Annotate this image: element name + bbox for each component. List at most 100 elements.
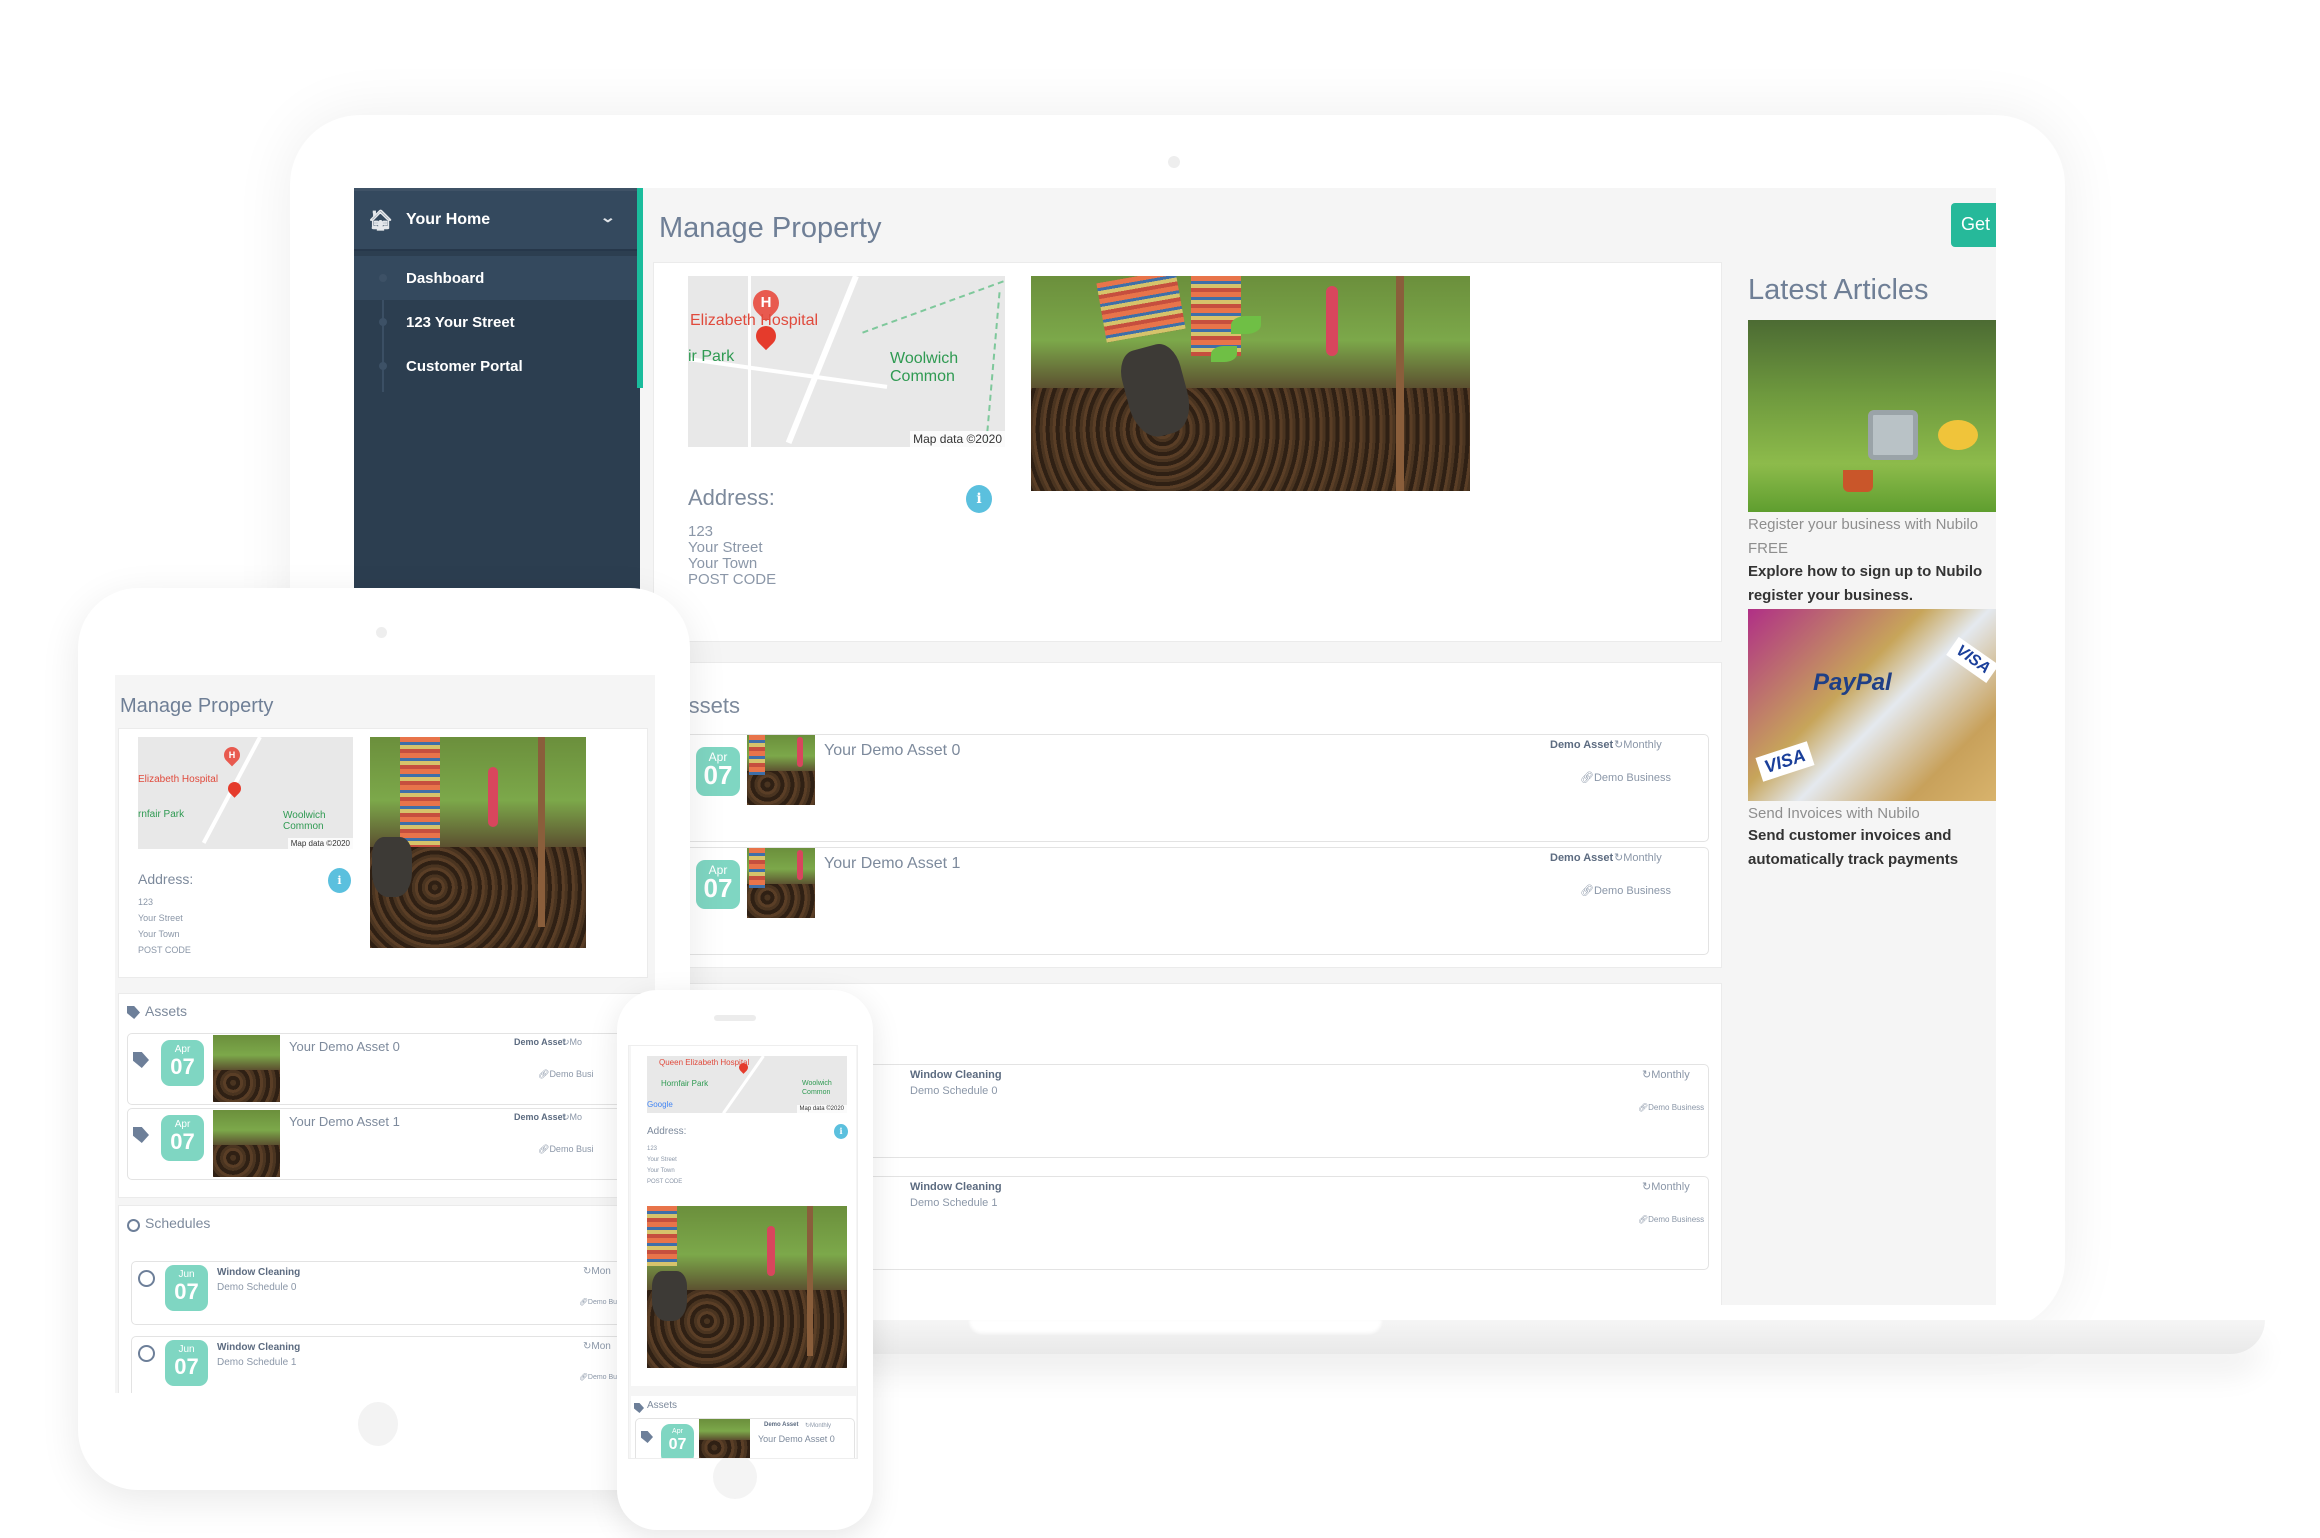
link-icon: 🔗︎ xyxy=(538,1069,550,1079)
business-text: Demo Busi xyxy=(549,1069,594,1079)
asset-frequency: ↻Monthly xyxy=(805,1422,831,1429)
schedule-title[interactable]: Window Cleaning xyxy=(910,1069,1002,1081)
article-caption[interactable]: Send Invoices with Nubilo xyxy=(1748,805,1920,822)
asset-row[interactable]: Apr 07 Your Demo Asset 1 Demo Asset ↻Mon… xyxy=(668,847,1709,955)
address-line: 123 xyxy=(138,897,154,907)
article-description: register your business. xyxy=(1748,587,1914,604)
phone-assets-card: Assets Apr 07 Demo Asset ↻Monthly Your D… xyxy=(631,1396,856,1458)
get-started-button[interactable]: Get xyxy=(1951,203,1996,247)
business-text: Demo Business xyxy=(1648,1103,1705,1112)
asset-name[interactable]: Your Demo Asset 1 xyxy=(824,855,960,873)
asset-business[interactable]: 🔗︎Demo Business xyxy=(1580,771,1671,784)
photo-sock xyxy=(1096,276,1186,343)
tablet-schedules-title: Schedules xyxy=(145,1215,211,1231)
schedule-business[interactable]: 🔗︎Demo Bus xyxy=(579,1373,621,1381)
refresh-icon: ↻ xyxy=(1614,739,1624,751)
frequency-text: Monthly xyxy=(1623,739,1662,751)
frequency-text: Mo xyxy=(569,1037,583,1047)
asset-name[interactable]: Your Demo Asset 0 xyxy=(289,1039,400,1054)
article-description: automatically track payments xyxy=(1748,851,1959,868)
date-day: 07 xyxy=(174,1279,199,1304)
schedule-row[interactable]: Jun 07 Window Cleaning Demo Schedule 0 ↻… xyxy=(131,1261,651,1325)
tablet-page-title: Manage Property xyxy=(120,695,274,717)
article-caption[interactable]: Register your business with Nubilo xyxy=(1748,516,1978,533)
link-icon: 🔗︎ xyxy=(579,1374,588,1381)
frequency-text: Mon xyxy=(591,1341,611,1352)
frequency-text: Monthly xyxy=(1651,1069,1690,1081)
asset-name[interactable]: Your Demo Asset 0 xyxy=(824,742,960,760)
schedule-business[interactable]: 🔗︎Demo Business xyxy=(1638,1215,1704,1224)
map-hospital-label: Elizabeth Hospital xyxy=(690,312,819,329)
link-icon: 🔗︎ xyxy=(1580,885,1594,897)
schedule-business[interactable]: 🔗︎Demo Bus xyxy=(579,1298,621,1306)
schedule-row[interactable]: Jun 07 Window Cleaning Demo Schedule 1 ↻… xyxy=(131,1336,651,1393)
date-badge: Apr 07 xyxy=(661,1424,694,1458)
schedule-frequency: ↻Mon xyxy=(583,1341,611,1352)
phone-assets-title: Assets xyxy=(647,1400,678,1411)
article-image-garden[interactable] xyxy=(1748,320,1996,512)
article-description: Explore how to sign up to Nubilo xyxy=(1748,563,1983,580)
asset-business[interactable]: 🔗︎Demo Busi xyxy=(538,1144,593,1155)
address-line: 123 xyxy=(688,523,714,540)
refresh-icon: ↻ xyxy=(562,1037,570,1047)
tag-icon xyxy=(127,1006,140,1019)
info-button[interactable]: i xyxy=(834,1124,848,1139)
asset-business[interactable]: 🔗︎Demo Busi xyxy=(538,1069,593,1080)
phone-property-map[interactable]: Queen Elizabeth Hospital Hornfair Park W… xyxy=(647,1056,847,1113)
tablet-assets-card: Assets Apr 07 Your Demo Asset 0 Demo Ass… xyxy=(118,993,648,1198)
date-badge: Jun 07 xyxy=(165,1265,208,1311)
sidebar-item-customer-portal[interactable]: Customer Portal xyxy=(354,344,640,388)
photo-trowel xyxy=(797,737,803,767)
date-badge: Apr 07 xyxy=(696,860,740,909)
map-park-path xyxy=(985,292,1001,442)
map-common-label: Woolwich xyxy=(283,810,326,821)
clock-icon xyxy=(138,1345,155,1362)
sidebar-item-123-your-street[interactable]: 123 Your Street xyxy=(354,300,640,344)
address-line: Your Town xyxy=(688,555,758,572)
asset-row[interactable]: Apr 07 Your Demo Asset 1 Demo Asset ↻Mo … xyxy=(127,1108,647,1180)
asset-category: Demo Asset xyxy=(514,1112,566,1122)
article-image-payments[interactable]: PayPal VISA VISA xyxy=(1748,609,1996,801)
business-text: Demo Business xyxy=(1648,1215,1705,1224)
tree-dot xyxy=(379,362,387,370)
link-icon: 🔗︎ xyxy=(1580,772,1594,784)
schedule-title[interactable]: Window Cleaning xyxy=(910,1181,1002,1193)
link-icon: 🔗︎ xyxy=(538,1144,550,1154)
phone-screen: Queen Elizabeth Hospital Hornfair Park W… xyxy=(628,1045,858,1459)
tablet-property-map[interactable]: H Elizabeth Hospital rnfair Park Woolwic… xyxy=(138,737,353,849)
sidebar-header-your-home[interactable]: 🏠︎ Your Home ⌄ xyxy=(354,191,640,251)
asset-category: Demo Asset xyxy=(1550,739,1614,751)
info-button[interactable]: i xyxy=(328,868,351,893)
photo-soil xyxy=(213,1144,280,1177)
asset-business[interactable]: 🔗︎Demo Business xyxy=(1580,884,1671,897)
asset-row[interactable]: Apr 07 Demo Asset ↻Monthly Your Demo Ass… xyxy=(635,1418,855,1458)
map-common-label: Woolwich xyxy=(890,350,959,367)
property-map[interactable]: H Elizabeth Hospital ir Park Woolwich Co… xyxy=(688,276,1005,447)
schedule-frequency: ↻Monthly xyxy=(1642,1180,1690,1193)
photo-trowel xyxy=(1326,286,1338,356)
info-button[interactable]: i xyxy=(966,485,992,513)
tag-icon xyxy=(641,1431,653,1443)
asset-name[interactable]: Your Demo Asset 0 xyxy=(758,1434,835,1444)
watering-can xyxy=(1868,410,1918,460)
address-line: 123 xyxy=(647,1146,658,1152)
sidebar-item-dashboard[interactable]: Dashboard xyxy=(354,256,640,300)
address-line: Your Street xyxy=(647,1157,677,1163)
schedule-title[interactable]: Window Cleaning xyxy=(217,1267,300,1278)
map-attribution: Map data ©2020 xyxy=(910,431,1005,447)
date-day: 07 xyxy=(703,760,733,790)
map-hospital-label: Elizabeth Hospital xyxy=(138,774,219,785)
photo-leaf xyxy=(1211,346,1237,362)
asset-name[interactable]: Your Demo Asset 1 xyxy=(289,1114,400,1129)
asset-row[interactable]: Apr 07 Your Demo Asset 0 Demo Asset ↻Mo … xyxy=(127,1033,647,1105)
sidebar-item-label: Customer Portal xyxy=(406,357,523,375)
address-line: Your Street xyxy=(688,539,763,556)
schedule-business[interactable]: 🔗︎Demo Business xyxy=(1638,1103,1704,1112)
business-text: Demo Business xyxy=(1593,885,1672,897)
chevron-down-icon[interactable]: ⌄ xyxy=(600,209,616,226)
address-line: POST CODE xyxy=(647,1179,683,1185)
photo-trowel xyxy=(488,767,498,827)
schedule-title[interactable]: Window Cleaning xyxy=(217,1342,300,1353)
schedule-frequency: ↻Monthly xyxy=(1642,1068,1690,1081)
asset-row[interactable]: Apr 07 Your Demo Asset 0 Demo Asset ↻Mon… xyxy=(668,734,1709,842)
